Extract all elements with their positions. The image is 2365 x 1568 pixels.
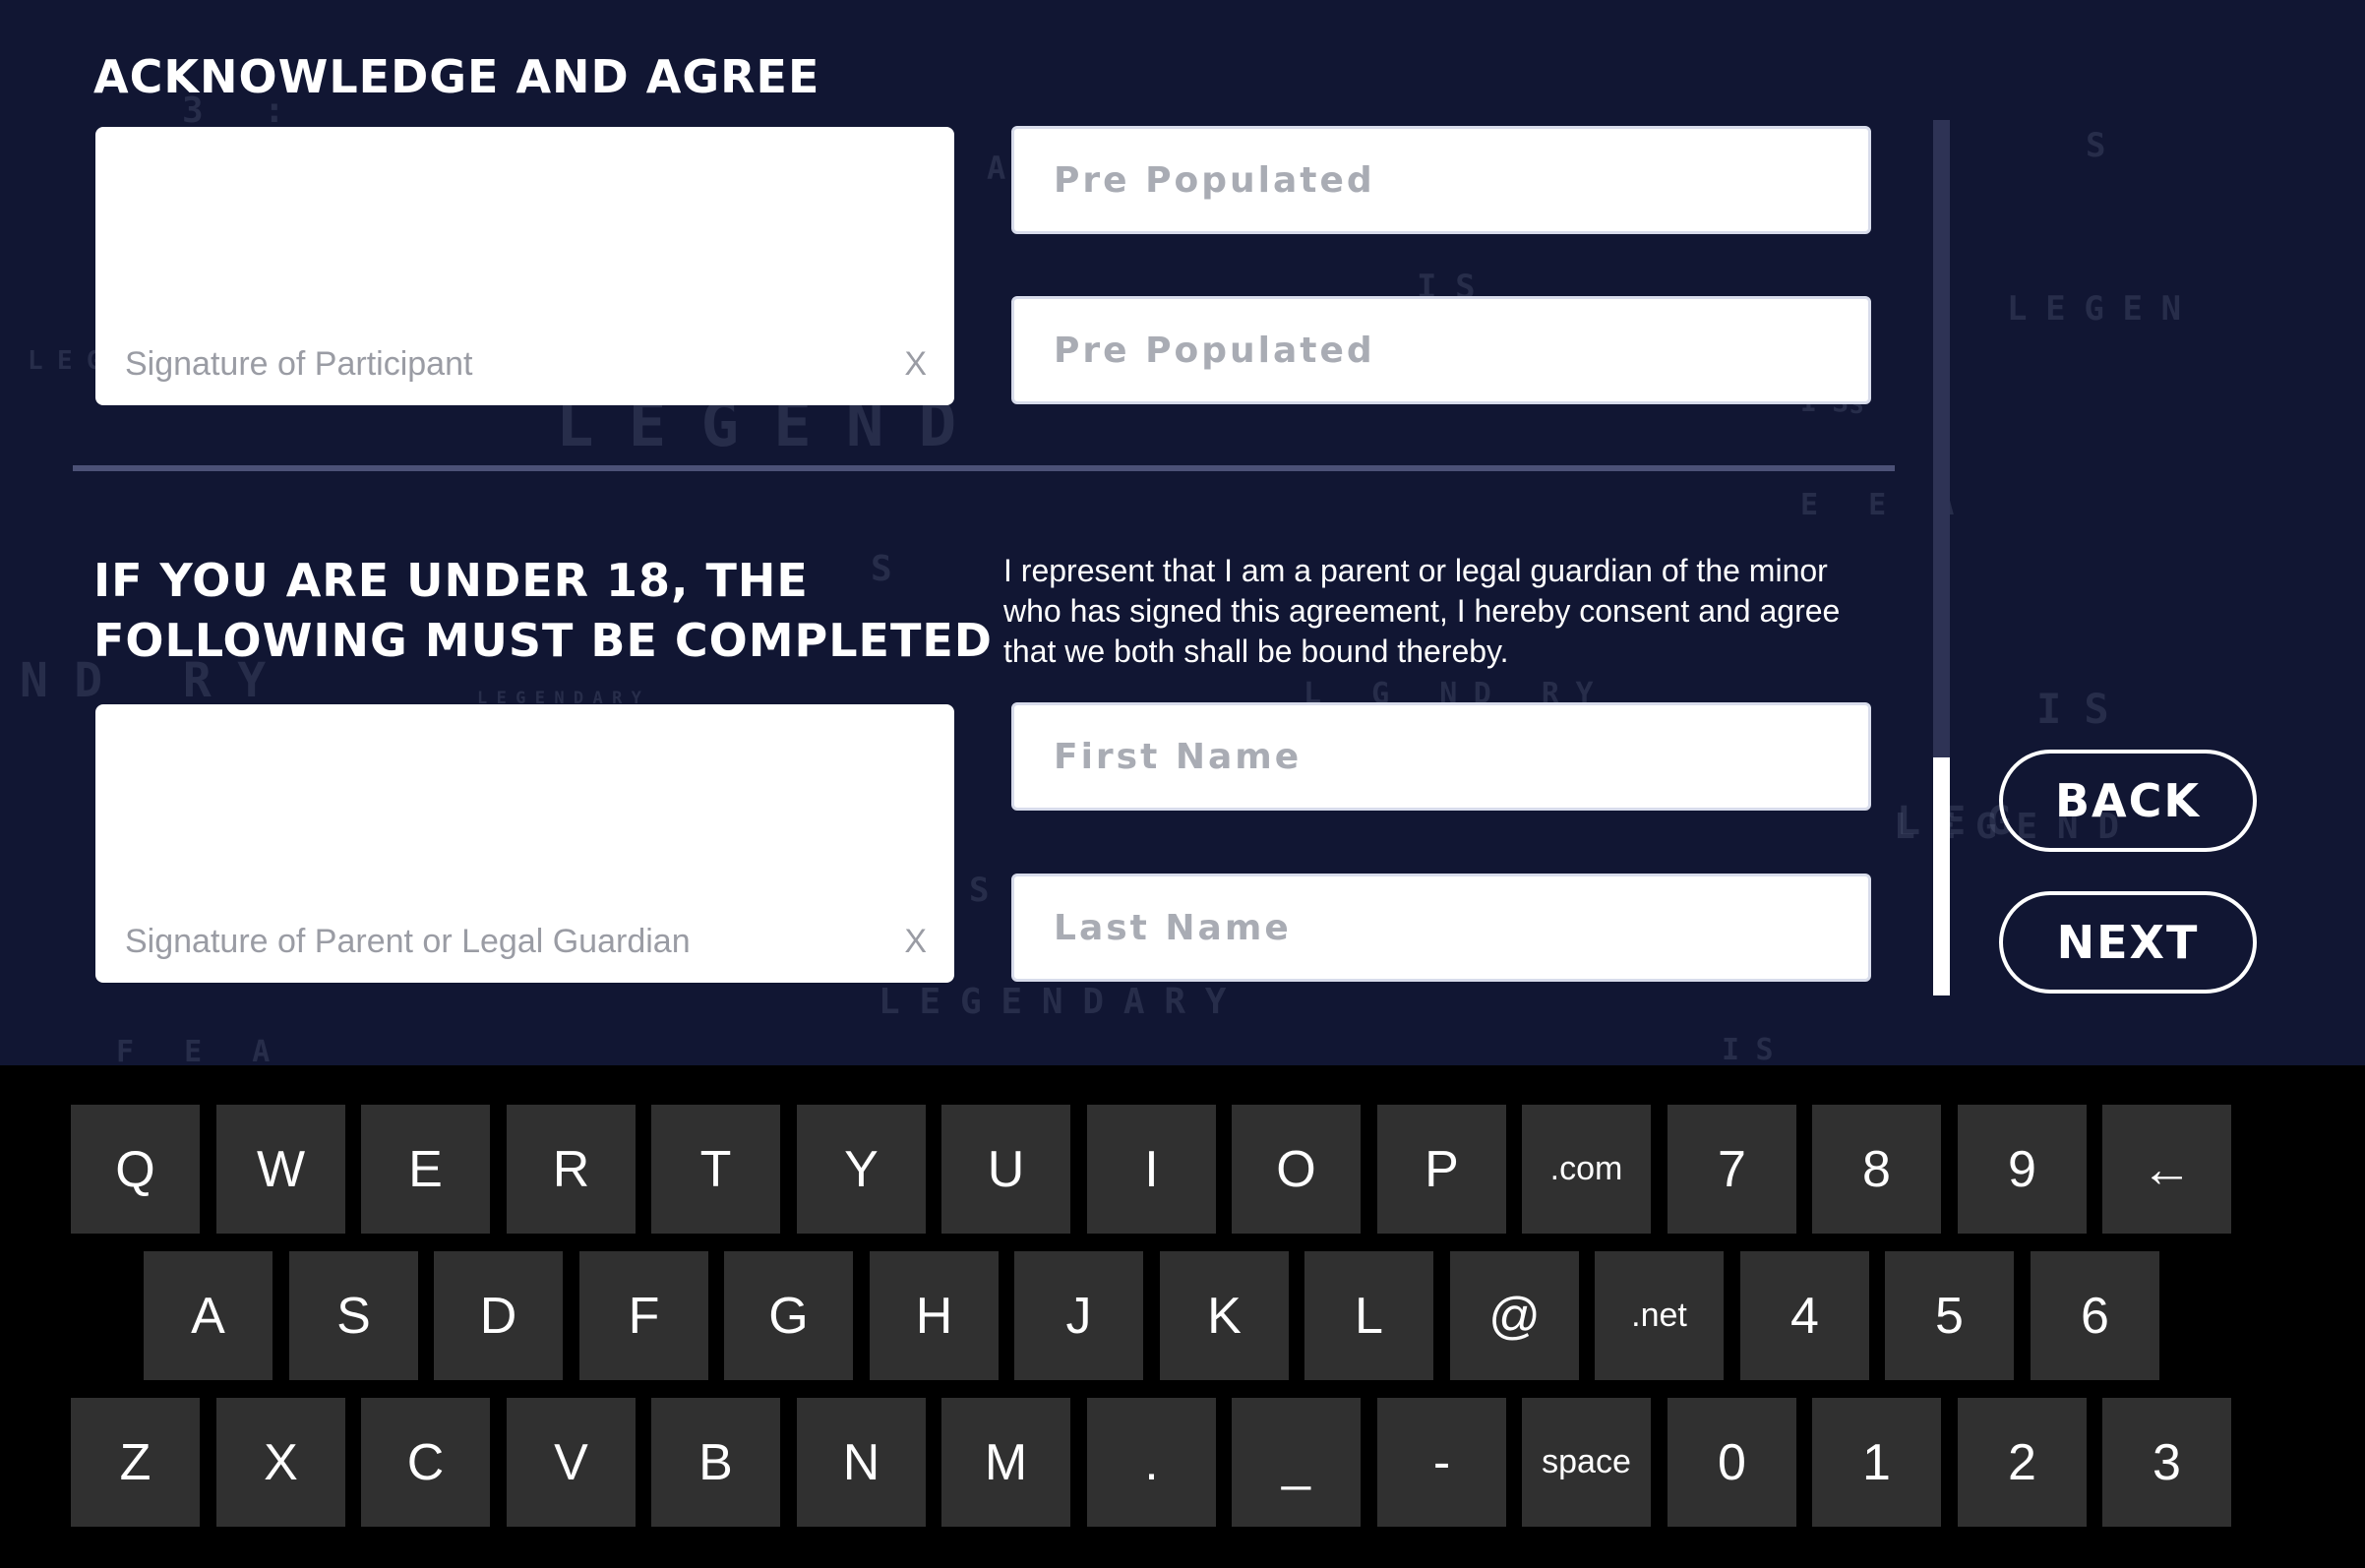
period-key[interactable]: . bbox=[1087, 1398, 1216, 1527]
key-q[interactable]: Q bbox=[71, 1105, 200, 1234]
scrollbar[interactable] bbox=[1933, 120, 1950, 995]
minor-heading-line-2: FOLLOWING MUST BE COMPLETED bbox=[93, 614, 993, 667]
key-d[interactable]: D bbox=[434, 1251, 563, 1380]
key-1[interactable]: 1 bbox=[1812, 1398, 1941, 1527]
key-2[interactable]: 2 bbox=[1958, 1398, 2087, 1527]
guardian-consent-text: I represent that I am a parent or legal … bbox=[1003, 553, 1841, 669]
key-o[interactable]: O bbox=[1232, 1105, 1361, 1234]
key-3[interactable]: 3 bbox=[2102, 1398, 2231, 1527]
key-m[interactable]: M bbox=[941, 1398, 1070, 1527]
key-4[interactable]: 4 bbox=[1740, 1251, 1869, 1380]
key-k[interactable]: K bbox=[1160, 1251, 1289, 1380]
key-a[interactable]: A bbox=[144, 1251, 273, 1380]
app: LEGEND LEGENDARY LEGENDARY LEGEND LEGEN … bbox=[0, 0, 2365, 1568]
hyphen-key[interactable]: - bbox=[1377, 1398, 1506, 1527]
key-b[interactable]: B bbox=[651, 1398, 780, 1527]
background-word: IS bbox=[2036, 685, 2132, 733]
key-6[interactable]: 6 bbox=[2031, 1251, 2159, 1380]
key-s[interactable]: S bbox=[289, 1251, 418, 1380]
key-c[interactable]: C bbox=[361, 1398, 490, 1527]
underscore-key[interactable]: _ bbox=[1232, 1398, 1361, 1527]
section-divider bbox=[73, 465, 1895, 471]
guardian-signature-pad[interactable]: Signature of Parent or Legal Guardian X bbox=[95, 704, 954, 983]
at-key[interactable]: @ bbox=[1450, 1251, 1579, 1380]
key-0[interactable]: 0 bbox=[1668, 1398, 1796, 1527]
clear-guardian-signature-button[interactable]: X bbox=[904, 923, 927, 961]
scrollbar-thumb[interactable] bbox=[1933, 757, 1950, 995]
key-v[interactable]: V bbox=[507, 1398, 636, 1527]
key-5[interactable]: 5 bbox=[1885, 1251, 2014, 1380]
backspace-key[interactable]: ← bbox=[2102, 1105, 2231, 1234]
key-r[interactable]: R bbox=[507, 1105, 636, 1234]
clear-participant-signature-button[interactable]: X bbox=[904, 345, 927, 384]
background-word: S bbox=[969, 871, 1008, 910]
background-word: S bbox=[2086, 126, 2125, 165]
background-word: F E A bbox=[116, 1035, 286, 1065]
key-x[interactable]: X bbox=[216, 1398, 345, 1527]
key-l[interactable]: L bbox=[1304, 1251, 1433, 1380]
dotcom-key[interactable]: .com bbox=[1522, 1105, 1651, 1234]
key-w[interactable]: W bbox=[216, 1105, 345, 1234]
key-j[interactable]: J bbox=[1014, 1251, 1143, 1380]
key-e[interactable]: E bbox=[361, 1105, 490, 1234]
back-button[interactable]: BACK bbox=[1999, 750, 2257, 852]
background-word: IS bbox=[1722, 1033, 1790, 1065]
dotnet-key[interactable]: .net bbox=[1595, 1251, 1724, 1380]
background-word: LEGENDARY bbox=[879, 982, 1246, 1022]
space-key[interactable]: space bbox=[1522, 1398, 1651, 1527]
key-g[interactable]: G bbox=[724, 1251, 853, 1380]
first-name-input[interactable] bbox=[1011, 702, 1871, 811]
background-word: LEGEN bbox=[2007, 289, 2200, 329]
key-h[interactable]: H bbox=[870, 1251, 999, 1380]
prepopulated-field-1[interactable] bbox=[1011, 126, 1871, 234]
key-u[interactable]: U bbox=[941, 1105, 1070, 1234]
last-name-input[interactable] bbox=[1011, 874, 1871, 982]
participant-signature-label: Signature of Participant bbox=[125, 345, 473, 383]
minor-heading-line-1: IF YOU ARE UNDER 18, THE bbox=[93, 554, 809, 607]
next-button[interactable]: NEXT bbox=[1999, 891, 2257, 994]
key-f[interactable]: F bbox=[579, 1251, 708, 1380]
guardian-signature-label: Signature of Parent or Legal Guardian bbox=[125, 923, 691, 960]
key-7[interactable]: 7 bbox=[1668, 1105, 1796, 1234]
key-9[interactable]: 9 bbox=[1958, 1105, 2087, 1234]
key-8[interactable]: 8 bbox=[1812, 1105, 1941, 1234]
key-p[interactable]: P bbox=[1377, 1105, 1506, 1234]
participant-signature-pad[interactable]: Signature of Participant X bbox=[95, 127, 954, 405]
key-n[interactable]: N bbox=[797, 1398, 926, 1527]
minor-heading: IF YOU ARE UNDER 18, THE FOLLOWING MUST … bbox=[93, 551, 993, 671]
waiver-form: LEGEND LEGENDARY LEGENDARY LEGEND LEGEN … bbox=[0, 0, 2365, 1065]
on-screen-keyboard: Q W E R T Y U I O P .com 7 8 9 ← A S D F G H J K L @ .net 4 5 6 Z X C V B… bbox=[0, 1065, 2365, 1568]
key-y[interactable]: Y bbox=[797, 1105, 926, 1234]
key-t[interactable]: T bbox=[651, 1105, 780, 1234]
ack-heading: ACKNOWLEDGE AND AGREE bbox=[93, 50, 820, 103]
key-i[interactable]: I bbox=[1087, 1105, 1216, 1234]
prepopulated-field-2[interactable] bbox=[1011, 296, 1871, 404]
key-z[interactable]: Z bbox=[71, 1398, 200, 1527]
backspace-arrow-icon: ← bbox=[2141, 1140, 2193, 1198]
